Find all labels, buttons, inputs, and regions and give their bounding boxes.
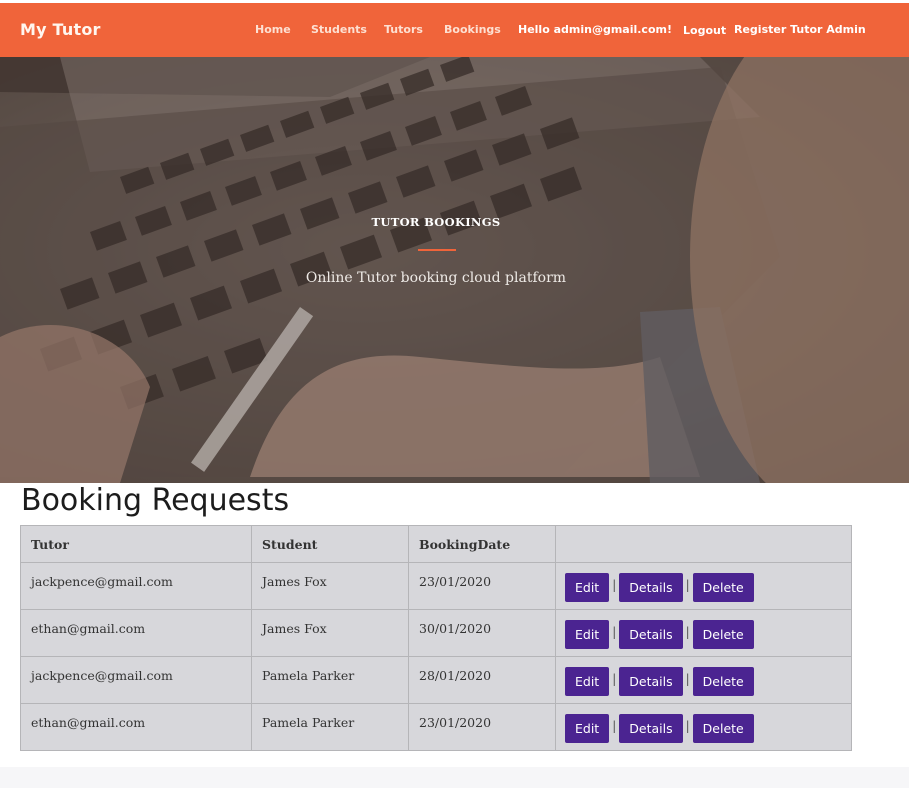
edit-button[interactable]: Edit: [565, 667, 610, 696]
delete-button[interactable]: Delete: [692, 620, 754, 649]
table-header-row: Tutor Student BookingDate: [20, 525, 852, 563]
cell-actions: Edit | Details | Delete: [555, 703, 852, 751]
cell-booking-date: 23/01/2020: [408, 703, 556, 751]
page: My Tutor Home Students Tutors Bookings H…: [0, 0, 909, 788]
edit-button[interactable]: Edit: [565, 573, 610, 602]
navbar: My Tutor Home Students Tutors Bookings H…: [0, 3, 909, 57]
nav-register-tutor-admin[interactable]: Register Tutor Admin: [734, 23, 866, 36]
cell-student: James Fox: [251, 609, 409, 657]
action-separator: |: [685, 718, 690, 733]
nav-tutors[interactable]: Tutors: [384, 23, 423, 36]
cell-actions: Edit | Details | Delete: [555, 562, 852, 610]
cell-tutor: jackpence@gmail.com: [20, 562, 252, 610]
details-button[interactable]: Details: [619, 667, 683, 696]
action-separator: |: [685, 624, 690, 639]
brand-link[interactable]: My Tutor: [20, 20, 101, 39]
details-button[interactable]: Details: [619, 714, 683, 743]
cell-booking-date: 28/01/2020: [408, 656, 556, 704]
table-row: ethan@gmail.com James Fox 30/01/2020 Edi…: [20, 609, 852, 657]
cell-student: Pamela Parker: [251, 656, 409, 704]
nav-bookings[interactable]: Bookings: [444, 23, 501, 36]
hero-subtitle: Online Tutor booking cloud platform: [305, 270, 567, 286]
cell-student: Pamela Parker: [251, 703, 409, 751]
hero-divider: [418, 249, 456, 251]
page-title: Booking Requests: [21, 483, 290, 518]
cell-actions: Edit | Details | Delete: [555, 609, 852, 657]
delete-button[interactable]: Delete: [692, 573, 754, 602]
details-button[interactable]: Details: [619, 620, 683, 649]
action-separator: |: [685, 577, 690, 592]
action-separator: |: [612, 624, 617, 639]
hero-title: TUTOR BOOKINGS: [371, 215, 501, 229]
action-separator: |: [612, 577, 617, 592]
action-separator: |: [612, 671, 617, 686]
table-row: jackpence@gmail.com James Fox 23/01/2020…: [20, 562, 852, 610]
nav-students[interactable]: Students: [311, 23, 367, 36]
cell-tutor: ethan@gmail.com: [20, 703, 252, 751]
footer: [0, 767, 909, 788]
bookings-table: Tutor Student BookingDate jackpence@gmai…: [20, 525, 852, 751]
table-row: jackpence@gmail.com Pamela Parker 28/01/…: [20, 656, 852, 704]
hero-banner: TUTOR BOOKINGS Online Tutor booking clou…: [0, 57, 909, 483]
cell-booking-date: 23/01/2020: [408, 562, 556, 610]
table-row: ethan@gmail.com Pamela Parker 23/01/2020…: [20, 703, 852, 751]
nav-greeting[interactable]: Hello admin@gmail.com!: [518, 23, 672, 36]
nav-logout[interactable]: Logout: [683, 24, 726, 37]
edit-button[interactable]: Edit: [565, 714, 610, 743]
column-header-tutor: Tutor: [20, 525, 252, 563]
details-button[interactable]: Details: [619, 573, 683, 602]
cell-tutor: jackpence@gmail.com: [20, 656, 252, 704]
action-separator: |: [612, 718, 617, 733]
cell-booking-date: 30/01/2020: [408, 609, 556, 657]
column-header-booking-date: BookingDate: [408, 525, 556, 563]
cell-student: James Fox: [251, 562, 409, 610]
nav-home[interactable]: Home: [255, 23, 291, 36]
delete-button[interactable]: Delete: [692, 714, 754, 743]
column-header-student: Student: [251, 525, 409, 563]
cell-actions: Edit | Details | Delete: [555, 656, 852, 704]
column-header-actions: [555, 525, 852, 563]
delete-button[interactable]: Delete: [692, 667, 754, 696]
edit-button[interactable]: Edit: [565, 620, 610, 649]
action-separator: |: [685, 671, 690, 686]
cell-tutor: ethan@gmail.com: [20, 609, 252, 657]
